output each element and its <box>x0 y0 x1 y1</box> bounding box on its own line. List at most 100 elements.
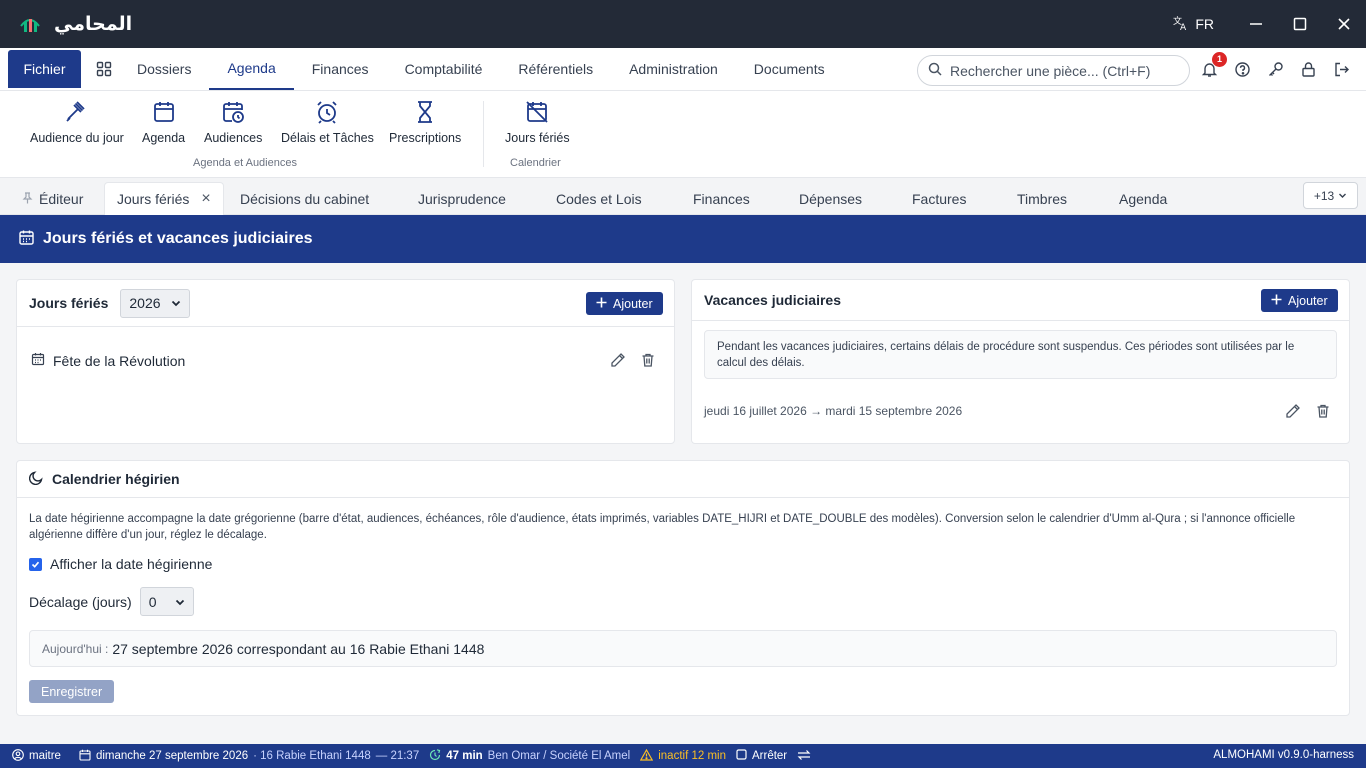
maximize-button[interactable] <box>1278 0 1322 48</box>
app-name: المحامي <box>54 13 133 35</box>
add-holiday-button[interactable]: Ajouter <box>586 292 663 315</box>
search-input[interactable] <box>950 62 1170 79</box>
menu-finances[interactable]: Finances <box>294 48 387 90</box>
minimize-button[interactable] <box>1234 0 1278 48</box>
agenda-button[interactable]: Agenda <box>142 99 185 145</box>
hijri-card: Calendrier hégirien La date hégirienne a… <box>16 460 1350 716</box>
app-logo: المحامي <box>18 12 132 36</box>
hijri-title: Calendrier hégirien <box>52 471 180 487</box>
tab-finances[interactable]: Finances <box>693 182 750 215</box>
gavel-icon <box>66 101 85 122</box>
vacation-period: jeudi 16 juillet 2026 → mardi 15 septemb… <box>704 404 963 418</box>
timer-client: Ben Omar / Société El Amel <box>487 750 631 762</box>
audience-du-jour-button[interactable]: Audience du jour <box>30 99 124 145</box>
close-window-button[interactable] <box>1322 0 1366 48</box>
add-label: Ajouter <box>613 296 653 311</box>
vacations-title: Vacances judiciaires <box>704 292 841 308</box>
time-text: — 21:37 <box>375 750 420 762</box>
app-version: ALMOHAMI v0.9.0-harness <box>1213 749 1354 761</box>
tab-jurisprudence[interactable]: Jurisprudence <box>418 182 506 215</box>
page-header: Jours fériés et vacances judiciaires <box>0 215 1366 263</box>
ribbon-label: Agenda <box>142 131 186 145</box>
alarm-clock-icon <box>317 101 338 124</box>
holiday-row: Fête de la Révolution <box>31 352 185 369</box>
save-button[interactable]: Enregistrer <box>29 680 115 703</box>
switch-timer-button[interactable] <box>797 749 811 764</box>
tab-label: Éditeur <box>39 190 84 207</box>
menu-comptabilite[interactable]: Comptabilité <box>387 48 501 90</box>
stop-icon <box>736 749 747 763</box>
trash-icon[interactable] <box>640 352 656 371</box>
plus-icon <box>596 297 607 311</box>
svg-text:A: A <box>1180 23 1187 31</box>
trash-icon[interactable] <box>1315 403 1331 422</box>
offset-label: Décalage (jours) <box>29 593 132 610</box>
user-icon <box>12 748 24 764</box>
document-tabs: Éditeur Jours fériés × Décisions du cabi… <box>0 178 1366 215</box>
hijri-description: La date hégirienne accompagne la date gr… <box>29 513 1296 541</box>
today-box: Aujourd'hui : 27 septembre 2026 correspo… <box>29 630 1337 667</box>
timer-icon <box>429 748 441 764</box>
vacations-card: Vacances judiciaires Ajouter Pendant les… <box>691 279 1350 444</box>
user-name: maitre <box>29 750 61 762</box>
tab-codes-lois[interactable]: Codes et Lois <box>556 182 642 215</box>
menu-documents[interactable]: Documents <box>736 48 843 90</box>
calendar-icon <box>153 102 174 122</box>
jours-feries-button[interactable]: Jours fériés <box>505 99 570 145</box>
key-icon[interactable] <box>1264 59 1286 81</box>
ribbon-label: Jours fériés <box>505 131 570 145</box>
show-hijri-checkbox[interactable] <box>29 557 42 571</box>
apps-grid-icon[interactable] <box>89 50 119 88</box>
calendar-clock-icon <box>223 102 245 123</box>
menu-bar: Fichier Dossiers Agenda Finances Comptab… <box>0 48 1366 91</box>
tab-timbres[interactable]: Timbres <box>1017 182 1067 215</box>
stop-timer-button[interactable]: Arrêter <box>736 749 787 763</box>
pin-icon <box>22 191 33 207</box>
language-switch[interactable]: 文A FR <box>1173 15 1214 34</box>
translate-icon: 文A <box>1173 15 1189 34</box>
fichier-button[interactable]: Fichier <box>8 50 81 88</box>
menu-referentiels[interactable]: Référentiels <box>500 48 611 90</box>
menu-agenda[interactable]: Agenda <box>209 48 294 90</box>
today-label: Aujourd'hui : <box>42 641 109 656</box>
menu-dossiers[interactable]: Dossiers <box>119 48 209 90</box>
edit-icon[interactable] <box>610 352 626 371</box>
prescriptions-button[interactable]: Prescriptions <box>389 99 461 145</box>
delais-taches-button[interactable]: Délais et Tâches <box>281 99 374 145</box>
year-value: 2026 <box>129 295 161 311</box>
help-icon[interactable] <box>1231 59 1253 81</box>
tab-depenses[interactable]: Dépenses <box>799 182 862 215</box>
status-user[interactable]: maitre <box>12 748 61 764</box>
hijri-date-text: · 16 Rabie Ethani 1448 <box>253 750 371 762</box>
tab-jours-feries[interactable]: Jours fériés × <box>104 182 224 215</box>
page-title: Jours fériés et vacances judiciaires <box>43 230 313 247</box>
more-tabs-button[interactable]: +13 <box>1303 182 1358 209</box>
group-label-agenda: Agenda et Audiences <box>193 157 297 169</box>
warning-icon <box>639 748 654 764</box>
tab-label: Jours fériés <box>117 191 190 207</box>
close-tab-icon[interactable]: × <box>201 190 210 208</box>
ribbon-separator <box>483 101 484 167</box>
ribbon-label: Prescriptions <box>389 131 462 145</box>
bell-icon[interactable]: 1 <box>1198 51 1227 81</box>
year-select[interactable]: 2026 <box>120 288 191 318</box>
tab-factures[interactable]: Factures <box>912 182 966 215</box>
holidays-title: Jours fériés <box>29 295 109 311</box>
today-value: 27 septembre 2026 correspondant au 16 Ra… <box>112 640 485 657</box>
group-label-calendrier: Calendrier <box>510 157 561 169</box>
search-box[interactable] <box>917 55 1190 86</box>
edit-icon[interactable] <box>1285 403 1301 422</box>
lock-icon[interactable] <box>1297 59 1319 81</box>
add-vacation-button[interactable]: Ajouter <box>1261 289 1338 312</box>
calendar-icon <box>31 352 45 369</box>
audiences-button[interactable]: Audiences <box>204 99 262 145</box>
show-hijri-option[interactable]: Afficher la date hégirienne <box>29 556 212 572</box>
tab-agenda[interactable]: Agenda <box>1119 182 1167 215</box>
menu-administration[interactable]: Administration <box>611 48 736 90</box>
status-timer: 47 min Ben Omar / Société El Amel <box>429 748 631 764</box>
tab-editeur[interactable]: Éditeur <box>22 182 83 215</box>
offset-select[interactable]: 0 <box>139 587 194 616</box>
calendar-icon <box>18 229 35 249</box>
tab-decisions[interactable]: Décisions du cabinet <box>240 182 369 215</box>
logout-icon[interactable] <box>1330 59 1352 81</box>
